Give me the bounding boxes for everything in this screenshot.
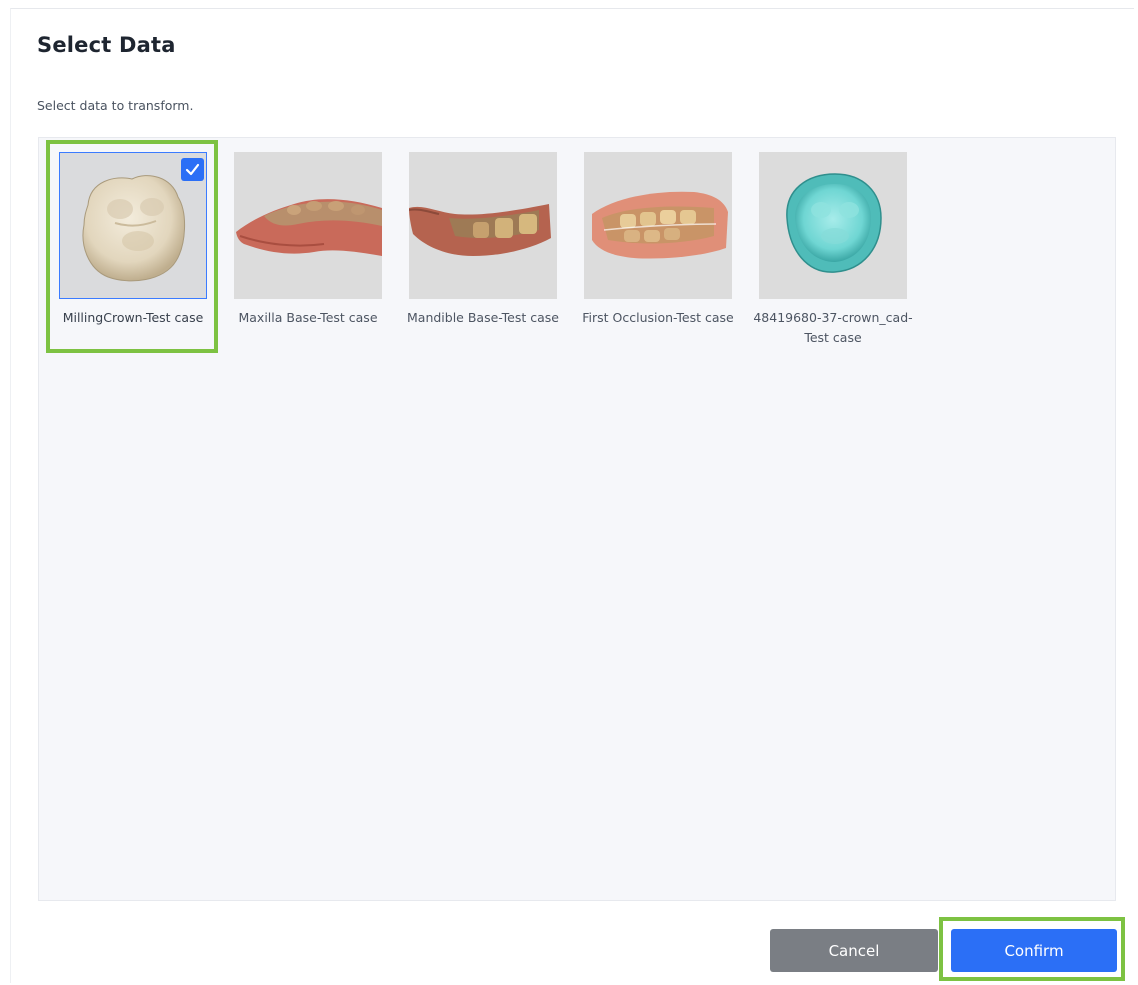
occlusion-scan-icon: [584, 152, 732, 299]
dialog-title: Select Data: [37, 33, 176, 57]
data-item-maxilla[interactable]: Maxilla Base-Test case: [234, 152, 384, 352]
data-item-milling-crown[interactable]: MillingCrown-Test case: [59, 152, 209, 352]
mandible-scan-icon: [409, 152, 557, 299]
data-item-label: Maxilla Base-Test case: [238, 310, 378, 325]
data-item-first-occlusion[interactable]: First Occlusion-Test case: [582, 152, 734, 352]
maxilla-scan-icon: [234, 152, 382, 299]
crown-cad-icon: [759, 152, 907, 299]
data-item-label: 48419680-37-crown_cad-Test case: [753, 310, 913, 345]
dialog-subtitle: Select data to transform.: [37, 98, 194, 113]
confirm-button[interactable]: Confirm: [951, 929, 1117, 972]
cancel-button[interactable]: Cancel: [770, 929, 938, 972]
data-item-label: Mandible Base-Test case: [407, 310, 559, 325]
selected-checkbox-icon[interactable]: [181, 158, 204, 181]
data-item-label: First Occlusion-Test case: [582, 310, 734, 325]
data-list-panel: MillingCrown-Test case Maxilla Base-Test…: [38, 137, 1116, 901]
data-item-label: MillingCrown-Test case: [62, 310, 204, 325]
select-data-dialog: Select Data Select data to transform. Mi…: [10, 8, 1134, 983]
data-item-crown-cad[interactable]: 48419680-37-crown_cad-Test case: [753, 152, 913, 352]
data-item-mandible[interactable]: Mandible Base-Test case: [407, 152, 559, 352]
